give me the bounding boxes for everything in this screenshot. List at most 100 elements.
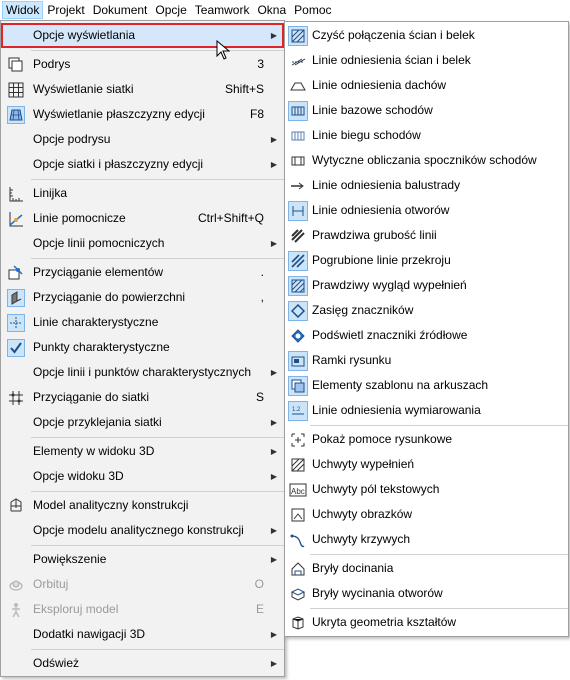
submenu-item-show-drawing-aids[interactable]: Pokaż pomoce rysunkowe — [285, 427, 568, 452]
submenu-item-label: Uchwyty obrazków — [312, 507, 413, 521]
walk-icon — [7, 601, 25, 619]
svg-text:1.2: 1.2 — [292, 407, 301, 413]
submenu-item-opening-reference-lines[interactable]: Linie odniesienia otworów — [285, 198, 568, 223]
submenu-item-label: Pokaż pomoce rysunkowe — [312, 432, 453, 446]
menu-item-guide-options[interactable]: Opcje linii pomocniczych ▶ — [1, 231, 284, 256]
wall-reference-line-icon — [288, 51, 308, 71]
menu-item-grid-snap-options[interactable]: Opcje przyklejania siatki ▶ — [1, 410, 284, 435]
submenu-item-picture-handles[interactable]: Uchwyty obrazków — [285, 502, 568, 527]
menu-item-orbit[interactable]: Orbituj O — [1, 572, 284, 597]
submenu-item-dimension-reference-lines[interactable]: 1.2 Linie odniesienia wymiarowania — [285, 398, 568, 423]
menu-item-grid-plane-options[interactable]: Opcje siatki i płaszczyzny edycji ▶ — [1, 152, 284, 177]
roof-reference-line-icon — [288, 76, 308, 96]
menu-item-label: Opcje modelu analitycznego konstrukcji — [33, 523, 244, 537]
dimension-icon: 1.2 — [288, 401, 308, 421]
menu-item-label: Orbituj — [33, 577, 69, 591]
submenu-item-stair-walklines[interactable]: Linie biegu schodów — [285, 123, 568, 148]
submenu-item-trim-bodies[interactable]: Bryły docinania — [285, 556, 568, 581]
submenu-item-bold-cut-lines[interactable]: Pogrubione linie przekroju — [285, 248, 568, 273]
menubar-pomoc[interactable]: Pomoc — [290, 1, 335, 19]
submenu-item-railing-reference-lines[interactable]: Linie odniesienia balustrady — [285, 173, 568, 198]
mouse-cursor-icon — [216, 40, 230, 60]
submenu-item-text-block-handles[interactable]: Abc Uchwyty pól tekstowych — [285, 477, 568, 502]
layers-icon — [7, 56, 25, 74]
submenu-item-drawing-frames[interactable]: Ramki rysunku — [285, 348, 568, 373]
submenu-item-true-line-weight[interactable]: Prawdziwa grubość linii — [285, 223, 568, 248]
submenu-item-label: Pogrubione linie przekroju — [312, 253, 451, 267]
menu-item-explore-model[interactable]: Eksploruj model E — [1, 597, 284, 622]
submenu-arrow-icon: ▶ — [270, 659, 277, 668]
menu-item-grid-display[interactable]: Wyświetlanie siatki Shift+S — [1, 77, 284, 102]
menu-item-zoom[interactable]: Powiększenie ▶ — [1, 547, 284, 572]
menu-item-label: Opcje siatki i płaszczyzny edycji — [33, 157, 204, 171]
submenu-item-landing-guidelines[interactable]: Wytyczne obliczania spoczników schodów — [285, 148, 568, 173]
display-options-submenu: Czyść połączenia ścian i belek Linie odn… — [284, 21, 569, 637]
menu-item-trace-options[interactable]: Opcje podrysu ▶ — [1, 127, 284, 152]
menubar-projekt[interactable]: Projekt — [43, 1, 88, 19]
stair-walkline-icon — [288, 126, 308, 146]
menu-item-guide-lines[interactable]: Linie pomocnicze Ctrl+Shift+Q — [1, 206, 284, 231]
submenu-item-label: Linie odniesienia wymiarowania — [312, 403, 481, 417]
submenu-item-stair-baselines[interactable]: Linie bazowe schodów — [285, 98, 568, 123]
submenu-item-opening-cut-bodies[interactable]: Bryły wycinania otworów — [285, 581, 568, 606]
menubar-dokument[interactable]: Dokument — [89, 1, 152, 19]
menu-item-3d-nav-extras[interactable]: Dodatki nawigacji 3D ▶ — [1, 622, 284, 647]
submenu-arrow-icon: ▶ — [270, 31, 277, 40]
shortcut-label: 3 — [257, 57, 264, 71]
menu-item-label: Model analityczny konstrukcji — [33, 498, 189, 512]
menu-item-label: Przyciąganie do powierzchni — [33, 290, 186, 304]
menubar-teamwork[interactable]: Teamwork — [191, 1, 254, 19]
menu-item-label: Powiększenie — [33, 552, 107, 566]
trim-body-icon — [288, 559, 308, 579]
line-weight-icon — [288, 226, 308, 246]
menu-item-3d-elements[interactable]: Elementy w widoku 3D ▶ — [1, 439, 284, 464]
menu-item-special-lines[interactable]: Linie charakterystyczne — [1, 310, 284, 335]
submenu-item-hidden-geometry[interactable]: Ukryta geometria kształtów — [285, 610, 568, 635]
shortcut-label: O — [254, 577, 264, 591]
menu-item-trace[interactable]: Podrys 3 — [1, 52, 284, 77]
submenu-item-clean-junctions[interactable]: Czyść połączenia ścian i belek — [285, 23, 568, 48]
submenu-item-label: Linie odniesienia dachów — [312, 78, 447, 92]
source-marker-icon — [288, 326, 308, 346]
picture-handle-icon — [288, 505, 308, 525]
menu-item-display-options[interactable]: Opcje wyświetlania ▶ — [1, 23, 284, 48]
menu-item-3d-options[interactable]: Opcje widoku 3D ▶ — [1, 464, 284, 489]
ruler-icon — [7, 185, 25, 203]
submenu-arrow-icon: ▶ — [270, 472, 277, 481]
shortcut-label: . — [260, 265, 264, 279]
stair-baseline-icon — [288, 101, 308, 121]
submenu-arrow-icon: ▶ — [270, 555, 277, 564]
submenu-item-label: Prawdziwa grubość linii — [312, 228, 437, 242]
submenu-item-fill-handles[interactable]: Uchwyty wypełnień — [285, 452, 568, 477]
separator — [310, 425, 568, 426]
menu-item-special-points[interactable]: Punkty charakterystyczne — [1, 335, 284, 360]
drawing-frame-icon — [288, 351, 308, 371]
submenu-item-wall-reference-lines[interactable]: Linie odniesienia ścian i belek — [285, 48, 568, 73]
submenu-item-highlight-source-markers[interactable]: Podświetl znaczniki źródłowe — [285, 323, 568, 348]
submenu-item-master-items[interactable]: Elementy szablonu na arkuszach — [285, 373, 568, 398]
landing-guideline-icon — [288, 151, 308, 171]
submenu-item-label: Wytyczne obliczania spoczników schodów — [312, 153, 537, 167]
shortcut-label: F8 — [249, 107, 264, 121]
menu-item-editing-plane[interactable]: Wyświetlanie płaszczyzny edycji F8 — [1, 102, 284, 127]
menu-item-grid-snap[interactable]: Przyciąganie do siatki S — [1, 385, 284, 410]
menubar-opcje[interactable]: Opcje — [151, 1, 190, 19]
menubar-widok[interactable]: Widok — [2, 1, 44, 19]
menubar-okna[interactable]: Okna — [253, 1, 290, 19]
submenu-item-curve-handles[interactable]: Uchwyty krzywych — [285, 527, 568, 552]
menu-item-surface-snap[interactable]: Przyciąganie do powierzchni , — [1, 285, 284, 310]
menu-item-structural-model[interactable]: Model analityczny konstrukcji — [1, 493, 284, 518]
submenu-item-label: Podświetl znaczniki źródłowe — [312, 328, 468, 342]
menu-item-refresh[interactable]: Odśwież ▶ — [1, 651, 284, 676]
submenu-arrow-icon: ▶ — [270, 526, 277, 535]
shortcut-label: , — [260, 290, 264, 304]
menu-item-element-snap[interactable]: Przyciąganie elementów . — [1, 260, 284, 285]
submenu-item-marker-range[interactable]: Zasięg znaczników — [285, 298, 568, 323]
menu-item-structural-options[interactable]: Opcje modelu analitycznego konstrukcji ▶ — [1, 518, 284, 543]
submenu-item-vectorial-hatching[interactable]: Prawdziwy wygląd wypełnień — [285, 273, 568, 298]
text-handle-icon: Abc — [288, 480, 308, 500]
submenu-item-roof-reference-lines[interactable]: Linie odniesienia dachów — [285, 73, 568, 98]
menu-item-special-options[interactable]: Opcje linii i punktów charakterystycznyc… — [1, 360, 284, 385]
separator — [31, 649, 284, 650]
menu-item-ruler[interactable]: Linijka — [1, 181, 284, 206]
